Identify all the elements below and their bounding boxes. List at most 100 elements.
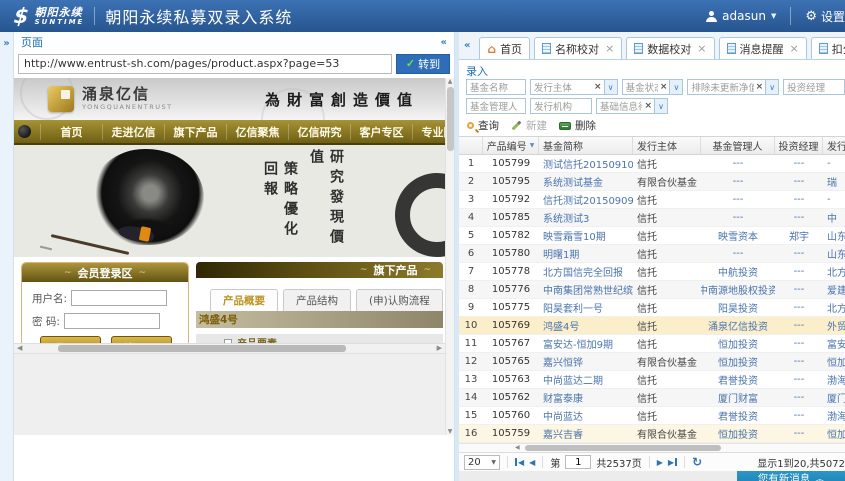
cell-fund-manager[interactable]: 君誉投资 xyxy=(701,407,775,424)
cell-investment-manager[interactable]: --- xyxy=(775,317,823,334)
user-name[interactable]: adasun xyxy=(722,9,766,23)
cell-investment-manager[interactable]: --- xyxy=(775,155,823,172)
panel-tab[interactable]: 数据校对 × xyxy=(626,37,714,59)
cell-fund-manager[interactable]: --- xyxy=(701,155,775,172)
page-size-select[interactable]: 20 ▼ xyxy=(464,455,500,470)
filter-field[interactable]: 发行主体 × ∨ xyxy=(530,79,618,95)
password-field[interactable] xyxy=(64,313,160,329)
cell-fund-manager[interactable]: --- xyxy=(701,191,775,208)
register-button[interactable]: 注 册 xyxy=(111,336,172,343)
filter-field[interactable]: 基金状态 × ∨ xyxy=(622,79,684,95)
cell-issuing-org[interactable]: 渤海 xyxy=(823,371,845,388)
scrollbar-thumb[interactable] xyxy=(447,87,454,151)
scrollbar-thumb[interactable] xyxy=(58,345,346,352)
cell-fund-name-link[interactable]: 映雪霜雪10期 xyxy=(539,227,633,244)
cell-issuing-org[interactable]: 北方 xyxy=(823,263,845,280)
site-nav-item[interactable]: 亿信聚焦 xyxy=(226,124,288,140)
site-nav-item[interactable]: 走进亿信 xyxy=(102,124,164,140)
cell-fund-name-link[interactable]: 嘉兴吉睿 xyxy=(539,425,633,442)
clear-icon[interactable]: × xyxy=(754,82,766,92)
cell-issuing-org[interactable]: 爱建 xyxy=(823,281,845,298)
table-row[interactable]: 10 105769 鸿盛4号 信托 涌泉亿信投资 --- 外贸 xyxy=(459,317,845,335)
settings-button[interactable]: ⚙ 设置 xyxy=(805,8,845,25)
cell-investment-manager[interactable]: --- xyxy=(775,263,823,280)
cell-investment-manager[interactable]: --- xyxy=(775,209,823,226)
cell-issuing-org[interactable]: 恒加 xyxy=(823,425,845,442)
login-button[interactable]: 登 录 xyxy=(40,336,101,343)
product-tab[interactable]: 产品概要 xyxy=(210,289,278,311)
cell-investment-manager[interactable]: --- xyxy=(775,335,823,352)
cell-investment-manager[interactable]: --- xyxy=(775,191,823,208)
panel-tab[interactable]: 消息提醒 × xyxy=(719,37,807,59)
table-row[interactable]: 3 105792 信托测试20150909 信托 --- --- - xyxy=(459,191,845,209)
cell-issuing-org[interactable]: 瑞 xyxy=(823,173,845,190)
scroll-left-arrow-icon[interactable]: ◀ xyxy=(515,444,520,451)
tab-close-icon[interactable]: × xyxy=(605,42,614,55)
cell-fund-manager[interactable]: 君誉投资 xyxy=(701,371,775,388)
product-tab[interactable]: 产品结构 xyxy=(283,289,351,311)
table-row[interactable]: 7 105778 北方国信完全回报 信托 中航投资 --- 北方 xyxy=(459,263,845,281)
grid-horizontal-scrollbar[interactable]: ◀ xyxy=(459,443,845,452)
table-row[interactable]: 13 105763 中尚蓝达二期 信托 君誉投资 --- 渤海 xyxy=(459,371,845,389)
scroll-left-arrow-icon[interactable]: ◀ xyxy=(17,344,22,352)
last-page-button[interactable]: ▶ xyxy=(668,458,677,467)
site-nav-item[interactable]: 首页 xyxy=(40,124,102,140)
left-collapse-strip[interactable]: » xyxy=(0,32,14,481)
cell-fund-manager[interactable]: 涌泉亿信投资 xyxy=(701,317,775,334)
cell-investment-manager[interactable]: --- xyxy=(775,281,823,298)
cell-fund-manager[interactable]: 恒加投资 xyxy=(701,353,775,370)
cell-issuing-org[interactable]: - xyxy=(823,191,845,208)
collapse-left-panel-icon[interactable]: « xyxy=(441,37,447,48)
site-nav-item[interactable]: 专业团队 xyxy=(412,124,445,140)
table-row[interactable]: 16 105759 嘉兴吉睿 有限合伙基金 恒加投资 --- 恒加 xyxy=(459,425,845,443)
grid-column-header[interactable]: 发行机构 xyxy=(823,137,845,154)
cell-fund-name-link[interactable]: 财富泰康 xyxy=(539,389,633,406)
new-message-notification[interactable]: 您有新消息 ︽ xyxy=(737,471,845,481)
cell-fund-name-link[interactable]: 系统测试基金 xyxy=(539,173,633,190)
product-tab[interactable]: (申)认购流程 xyxy=(356,289,443,311)
table-row[interactable]: 4 105785 系统测试3 信托 --- --- 中 xyxy=(459,209,845,227)
scroll-down-arrow-icon[interactable]: ▼ xyxy=(448,428,453,435)
grid-column-header[interactable]: 发行主体 xyxy=(633,137,701,154)
collapse-tabs-icon[interactable]: « xyxy=(464,40,470,51)
cell-fund-name-link[interactable]: 富安达-恒加9期 xyxy=(539,335,633,352)
panel-tab[interactable]: 首页 × xyxy=(479,37,530,59)
filter-field[interactable]: 投资经理 × ∨ xyxy=(783,79,845,95)
cell-issuing-org[interactable]: 北方 xyxy=(823,299,845,316)
cell-fund-name-link[interactable]: 系统测试3 xyxy=(539,209,633,226)
next-page-button[interactable]: ▶ xyxy=(657,458,663,467)
go-button[interactable]: ✓ 转到 xyxy=(396,54,450,74)
filter-field[interactable]: 基金名称 × ∨ xyxy=(466,79,526,95)
panel-tab[interactable]: 扣分绩效统计 × xyxy=(811,37,845,59)
combo-dropdown-icon[interactable]: ∨ xyxy=(654,99,667,113)
cell-fund-manager[interactable]: 恒加投资 xyxy=(701,335,775,352)
cell-fund-name-link[interactable]: 中尚蓝达 xyxy=(539,407,633,424)
cell-investment-manager[interactable]: --- xyxy=(775,389,823,406)
cell-fund-manager[interactable]: 映雪资本 xyxy=(701,227,775,244)
table-row[interactable]: 2 105795 系统测试基金 有限合伙基金 --- --- 瑞 xyxy=(459,173,845,191)
filter-field[interactable]: 排除未更新净值基金 × ∨ xyxy=(687,79,779,95)
cell-fund-name-link[interactable]: 信托测试20150909 xyxy=(539,191,633,208)
cell-fund-name-link[interactable]: 北方国信完全回报 xyxy=(539,263,633,280)
cell-investment-manager[interactable]: --- xyxy=(775,407,823,424)
site-vertical-scrollbar[interactable]: ▲ ▼ xyxy=(445,78,454,435)
reload-grid-icon[interactable]: ↻ xyxy=(692,455,702,469)
cell-fund-manager[interactable]: --- xyxy=(701,173,775,190)
cell-issuing-org[interactable]: 山东 xyxy=(823,245,845,262)
table-row[interactable]: 8 105776 中南集团常熟世纪缤城 信托 中南源地股权投资 --- 爱建 xyxy=(459,281,845,299)
table-row[interactable]: 12 105765 嘉兴恒铧 有限合伙基金 恒加投资 --- 恒加 xyxy=(459,353,845,371)
cell-issuing-org[interactable]: 外贸 xyxy=(823,317,845,334)
cell-investment-manager[interactable]: --- xyxy=(775,353,823,370)
site-horizontal-scrollbar[interactable]: ◀ ▶ xyxy=(14,343,445,353)
tab-close-icon[interactable]: × xyxy=(697,42,706,55)
cell-issuing-org[interactable]: - xyxy=(823,155,845,172)
user-menu-caret-icon[interactable]: ▼ xyxy=(771,12,776,20)
scrollbar-thumb[interactable] xyxy=(525,445,721,451)
combo-dropdown-icon[interactable]: ∨ xyxy=(669,80,682,94)
site-nav-item[interactable]: 旗下产品 xyxy=(164,124,226,140)
table-row[interactable]: 15 105760 中尚蓝达 信托 君誉投资 --- 渤海 xyxy=(459,407,845,425)
cell-issuing-org[interactable]: 渤海 xyxy=(823,407,845,424)
cell-investment-manager[interactable]: --- xyxy=(775,245,823,262)
cell-investment-manager[interactable]: --- xyxy=(775,173,823,190)
cell-investment-manager[interactable]: --- xyxy=(775,425,823,442)
